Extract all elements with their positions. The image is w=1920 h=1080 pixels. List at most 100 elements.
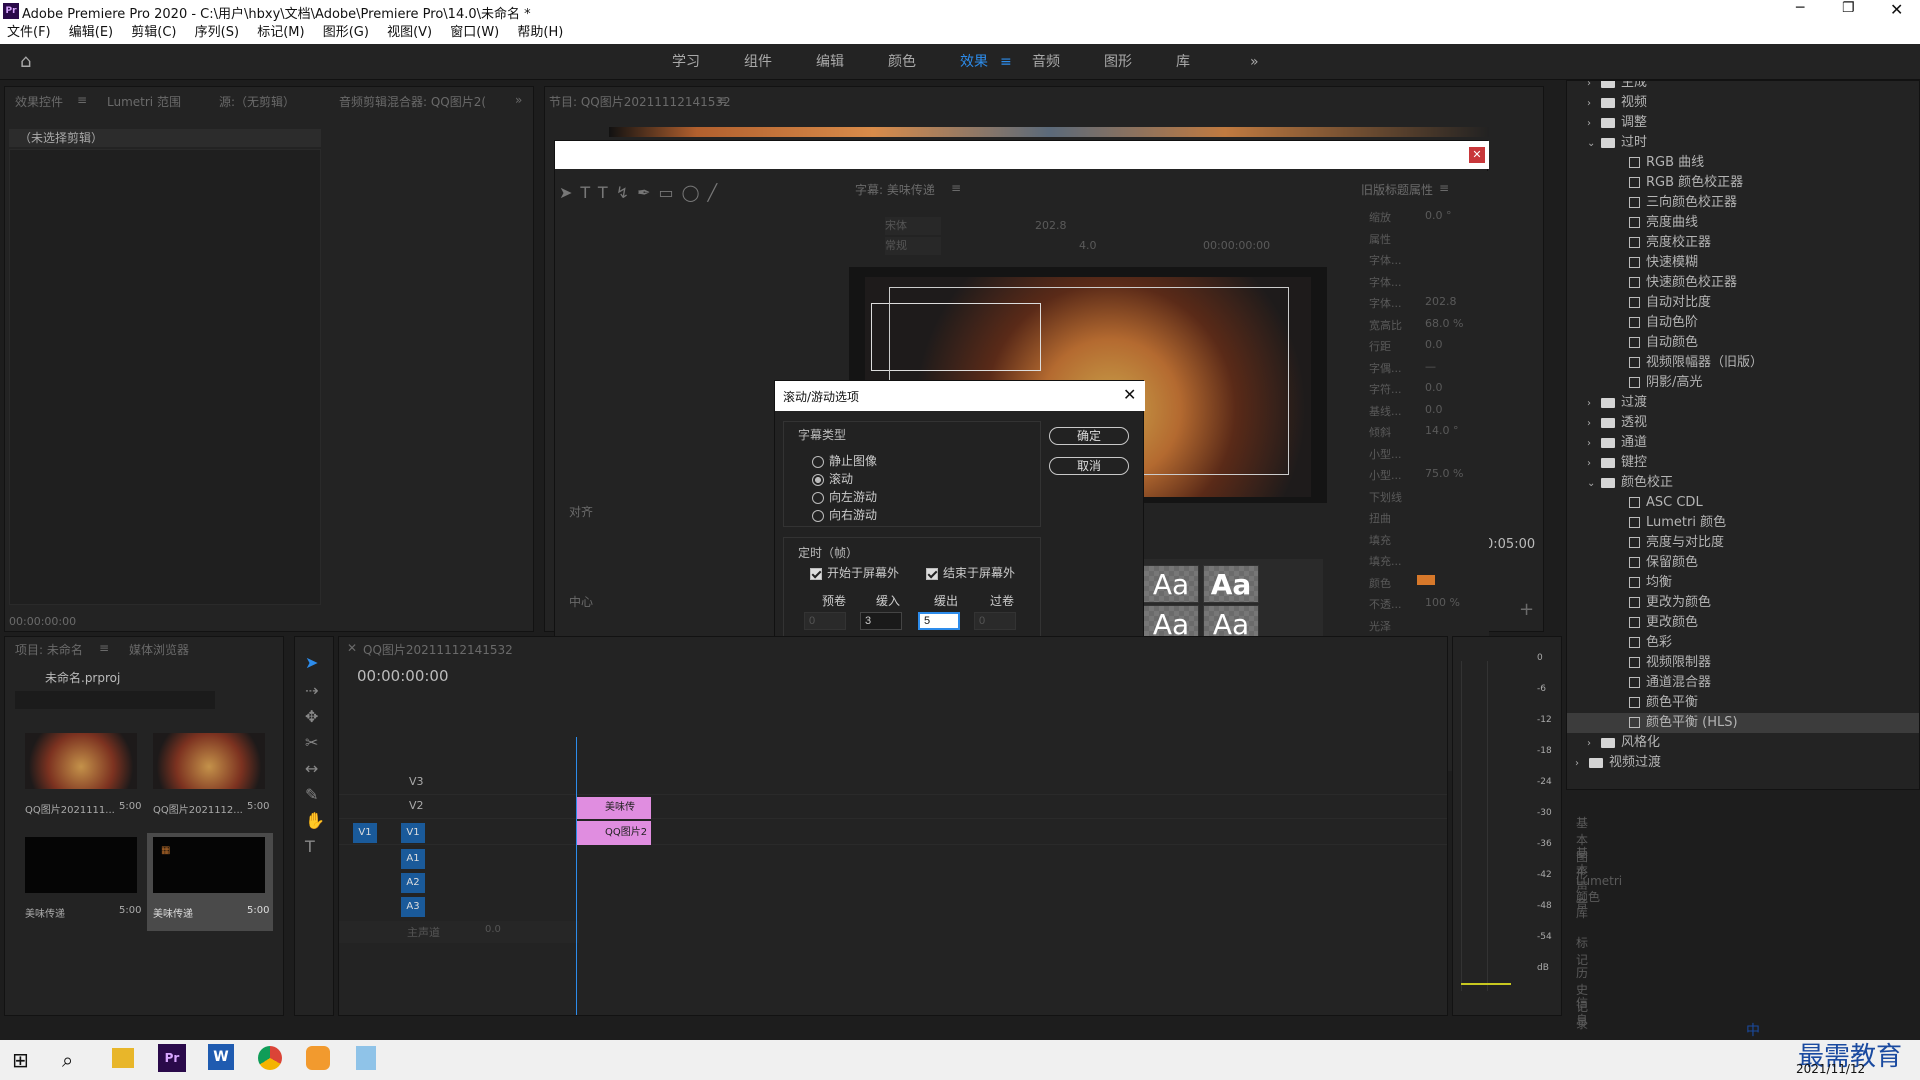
menu-marker[interactable]: 标记(M) <box>257 25 304 40</box>
tab-audio-clip-mixer[interactable]: 音频剪辑混合器: QQ图片2( <box>339 93 486 110</box>
property-value[interactable]: 100 % <box>1425 596 1460 609</box>
effect-item[interactable]: ASC CDL <box>1615 493 1703 513</box>
effect-folder[interactable]: › 键控 <box>1587 453 1647 473</box>
effect-item[interactable]: RGB 曲线 <box>1615 153 1704 173</box>
workspace-editing[interactable]: 编辑 <box>816 44 844 80</box>
titler-close-icon[interactable]: ✕ <box>1469 147 1485 163</box>
effect-item[interactable]: RGB 颜色校正器 <box>1615 173 1743 193</box>
source-patch[interactable]: V1 <box>353 823 377 843</box>
pen-tool-icon[interactable]: ✎ <box>305 785 318 804</box>
end-off-screen-checkbox[interactable]: 结束于屏幕外 <box>926 564 1015 581</box>
effect-folder[interactable]: › 风格化 <box>1587 733 1660 753</box>
timeline-timecode[interactable]: 00:00:00:00 <box>357 667 449 685</box>
effect-item[interactable]: 更改颜色 <box>1615 613 1698 633</box>
property-value[interactable]: 202.8 <box>1425 295 1457 308</box>
effect-item[interactable]: 通道混合器 <box>1615 673 1711 693</box>
project-item-selected[interactable]: ▦ 美味传递 5:00 <box>147 833 273 931</box>
add-button-icon[interactable]: + <box>1519 599 1534 620</box>
panel-markers[interactable]: 标记 <box>1576 934 1588 968</box>
pen-tool-icon[interactable]: ✒ <box>637 183 658 202</box>
effect-item[interactable]: 亮度曲线 <box>1615 213 1698 233</box>
chevron-right-icon[interactable]: › <box>1575 754 1589 774</box>
workspace-assembly[interactable]: 组件 <box>744 44 772 80</box>
titler-tab[interactable]: 字幕: 美味传递 <box>855 181 935 198</box>
properties-tab-menu-icon[interactable]: ≡ <box>1439 181 1449 195</box>
effect-folder[interactable]: › 视频 <box>1587 93 1647 113</box>
razor-tool-icon[interactable]: ✂ <box>305 733 318 752</box>
project-search-input[interactable] <box>15 691 215 709</box>
chevron-right-icon[interactable]: › <box>1587 114 1601 134</box>
effect-item[interactable]: 色彩 <box>1615 633 1672 653</box>
menu-clip[interactable]: 剪辑(C) <box>131 25 176 40</box>
effect-item[interactable]: 自动对比度 <box>1615 293 1711 313</box>
chevron-right-icon[interactable]: › <box>1587 394 1601 414</box>
radio-still[interactable]: 静止图像 <box>812 452 877 469</box>
tab-menu-icon[interactable]: ≡ <box>77 93 87 107</box>
property-value[interactable]: 75.0 % <box>1425 467 1463 480</box>
tab-project[interactable]: 项目: 未命名 <box>15 641 83 658</box>
kerning-field[interactable]: 4.0 <box>1079 239 1097 252</box>
clip-image[interactable]: QQ图片2 <box>577 821 651 845</box>
font-style-select[interactable]: 常规 <box>885 237 941 255</box>
workspace-audio[interactable]: 音频 <box>1032 44 1060 80</box>
menu-sequence[interactable]: 序列(S) <box>195 25 239 40</box>
tab-project-menu-icon[interactable]: ≡ <box>99 641 109 655</box>
tab-lumetri-scopes[interactable]: Lumetri 范围 <box>107 93 181 110</box>
home-icon[interactable]: ⌂ <box>20 44 31 80</box>
app-taskbar-icon[interactable] <box>306 1046 330 1070</box>
font-family-select[interactable]: 宋体 <box>885 217 941 235</box>
effect-item[interactable]: 阴影/高光 <box>1615 373 1702 393</box>
effect-item[interactable]: 视频限制器 <box>1615 653 1711 673</box>
start-off-screen-checkbox[interactable]: 开始于屏幕外 <box>810 564 899 581</box>
tab-source[interactable]: 源:（无剪辑） <box>219 93 295 110</box>
effect-folder[interactable]: › 过渡 <box>1587 393 1647 413</box>
workspace-effects[interactable]: 效果 <box>960 44 988 80</box>
menu-edit[interactable]: 编辑(E) <box>69 25 113 40</box>
panel-lumetri-color[interactable]: Lumetri 颜色 <box>1576 874 1622 905</box>
effect-item[interactable]: 快速模糊 <box>1615 253 1698 273</box>
selection-tool-icon[interactable]: ➤ <box>305 653 318 672</box>
fill-color-swatch[interactable] <box>1417 574 1435 585</box>
workspace-color[interactable]: 颜色 <box>888 44 916 80</box>
preroll-field[interactable] <box>804 612 846 630</box>
chevron-right-icon[interactable]: › <box>1587 94 1601 114</box>
ripple-edit-tool-icon[interactable]: ✥ <box>305 707 318 726</box>
property-value[interactable]: 0.0 ° <box>1425 209 1452 222</box>
menu-window[interactable]: 窗口(W) <box>450 25 499 40</box>
property-value[interactable]: 14.0 ° <box>1425 424 1459 437</box>
effect-folder[interactable]: › 视频过渡 <box>1575 753 1661 773</box>
track-label[interactable]: A3 <box>401 897 425 917</box>
effect-folder[interactable]: › 通道 <box>1587 433 1647 453</box>
style-swatch[interactable]: Aa <box>1143 565 1199 603</box>
effect-folder[interactable]: › 生成 <box>1587 81 1647 93</box>
font-size-field[interactable]: 202.8 <box>1035 219 1067 232</box>
effect-folder[interactable]: ⌄ 过时 <box>1587 133 1647 153</box>
word-taskbar-icon[interactable]: W <box>208 1044 234 1070</box>
track-label[interactable]: V2 <box>409 799 424 812</box>
chrome-taskbar-icon[interactable] <box>258 1046 282 1070</box>
timeline-close-icon[interactable]: ✕ <box>347 641 357 655</box>
effect-item[interactable]: 亮度校正器 <box>1615 233 1711 253</box>
ellipse-tool-icon[interactable]: ◯ <box>682 183 708 202</box>
effect-folder[interactable]: › 调整 <box>1587 113 1647 133</box>
premiere-taskbar-icon[interactable]: Pr <box>158 1044 186 1072</box>
effect-folder[interactable]: ⌄ 颜色校正 <box>1587 473 1673 493</box>
chevron-right-icon[interactable]: › <box>1587 414 1601 434</box>
effect-item[interactable]: 快速颜色校正器 <box>1615 273 1737 293</box>
workspace-graphics[interactable]: 图形 <box>1104 44 1132 80</box>
chevron-down-icon[interactable]: ⌄ <box>1587 474 1601 494</box>
style-swatch[interactable]: Aa <box>1203 565 1259 603</box>
project-item[interactable]: QQ图片2021112... 5:00 <box>147 729 273 827</box>
property-value[interactable]: 0.0 <box>1425 403 1443 416</box>
menu-file[interactable]: 文件(F) <box>7 25 51 40</box>
chevron-down-icon[interactable]: ⌄ <box>1587 134 1601 154</box>
chevron-right-icon[interactable]: › <box>1587 434 1601 454</box>
notepad-taskbar-icon[interactable] <box>356 1046 376 1070</box>
program-tab[interactable]: 节目: QQ图片20211112141532 <box>549 93 731 110</box>
effect-item[interactable]: 更改为颜色 <box>1615 593 1711 613</box>
menu-help[interactable]: 帮助(H) <box>517 25 563 40</box>
panel-info[interactable]: 信息 <box>1576 994 1588 1028</box>
property-value[interactable]: — <box>1425 360 1436 373</box>
track-label[interactable]: A2 <box>401 873 425 893</box>
radio-crawl-left[interactable]: 向左游动 <box>812 488 877 505</box>
